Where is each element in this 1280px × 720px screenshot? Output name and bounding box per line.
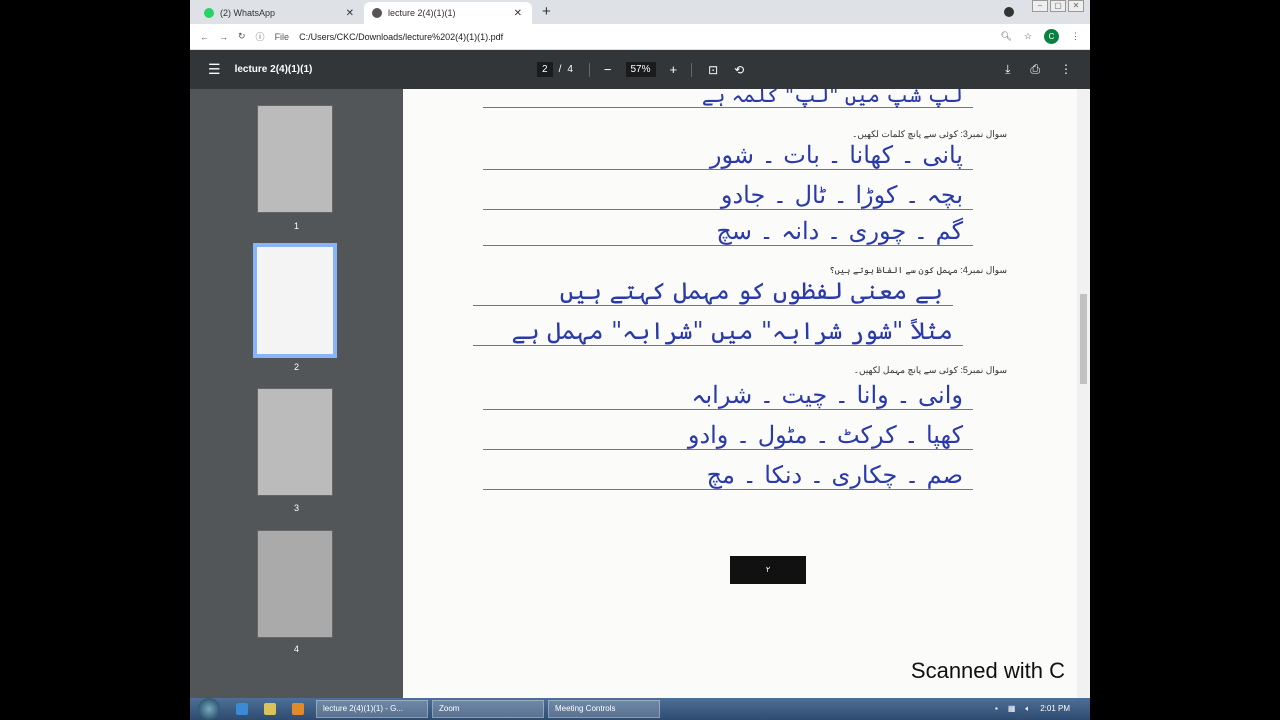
tab-label: (2) WhatsApp [220, 8, 276, 18]
handwritten-line: پانی ۔ کھانا ۔ بات ۔ شور [483, 141, 973, 170]
fit-page-icon[interactable]: ⊡ [708, 63, 718, 77]
divider [588, 62, 590, 77]
download-icon[interactable]: ⤓ [1005, 62, 1010, 77]
forward-icon[interactable]: → [219, 32, 228, 42]
tab-lecture[interactable]: lecture 2(4)(1)(1) ✕ [364, 2, 532, 24]
taskbar-item-meeting-controls[interactable]: Meeting Controls [548, 700, 660, 718]
zoom-icon[interactable]: 🔍︎ [1000, 31, 1011, 42]
network-icon[interactable]: ▦ [1008, 704, 1016, 714]
globe-icon [372, 8, 382, 18]
thumbnail-page-3[interactable] [257, 388, 333, 496]
more-options-icon[interactable]: ⋮ [1060, 62, 1072, 77]
start-button[interactable] [198, 698, 220, 720]
pdf-page-view: لپ شپ میں "لپ" کلمہ ہے سوال نمبر3: کوئی … [403, 89, 1077, 698]
handwritten-line: گم ۔ چوری ۔ دانہ ۔ سچ [483, 217, 973, 246]
thumbnail-label: 3 [293, 503, 299, 513]
thumbnail-label: 1 [293, 221, 299, 231]
menu-kebab-icon[interactable]: ⋮ [1071, 31, 1080, 42]
handwritten-line: لپ شپ میں "لپ" کلمہ ہے [483, 89, 973, 108]
zoom-tray-icon[interactable]: ▪ [995, 704, 998, 714]
page-number-input[interactable]: 2 [537, 62, 553, 77]
url-scheme-label: File [274, 31, 290, 42]
handwritten-line: بچہ ۔ کوڑا ۔ ٹال ۔ جادو [483, 181, 973, 210]
address-bar: ← → ↻ ⓘ File C:/Users/CKC/Downloads/lect… [190, 24, 1090, 50]
question-heading: سوال نمبر4: مہمل کون سے الفاظ ہوتے ہیں؟ [829, 265, 1007, 275]
tab-search-icon[interactable] [1004, 7, 1014, 17]
page-separator: / [558, 64, 562, 75]
thumbnail-page-4[interactable] [257, 530, 333, 638]
divider [691, 62, 693, 77]
bookmark-star-icon[interactable]: ☆ [1024, 31, 1032, 42]
back-icon[interactable]: ← [200, 32, 209, 42]
question-heading: سوال نمبر5: کوئی سے پانچ مہمل لکھیں۔ [853, 365, 1007, 375]
file-explorer-icon[interactable] [264, 703, 276, 715]
avatar[interactable]: C [1044, 29, 1059, 44]
scrollbar-thumb[interactable] [1080, 294, 1087, 384]
thumbnail-sidebar: 1 2 3 4 [190, 89, 403, 698]
handwritten-line: بے معنی لفظوں کو مہمل کہتے ہیں [473, 277, 953, 306]
clock[interactable]: 2:01 PM [1040, 704, 1070, 714]
close-tab-icon[interactable]: ✕ [514, 8, 522, 19]
maximize-button[interactable]: ▢ [1050, 0, 1066, 12]
document-title: lecture 2(4)(1)(1) [234, 64, 313, 75]
handwritten-line: مثلاً "شور شرابہ" میں "شرابہ" مہمل ہے [473, 317, 963, 346]
close-tab-icon[interactable]: ✕ [346, 8, 354, 19]
taskbar-item-zoom[interactable]: Zoom [432, 700, 544, 718]
url-input[interactable]: C:/Users/CKC/Downloads/lecture%202(4)(1)… [299, 32, 503, 42]
whatsapp-icon [204, 8, 214, 18]
tab-strip: (2) WhatsApp ✕ lecture 2(4)(1)(1) ✕ + – ▢ ✕ [190, 0, 1090, 24]
hamburger-menu-icon[interactable]: ☰ [208, 61, 221, 78]
internet-explorer-icon[interactable] [236, 703, 248, 715]
windows-taskbar: lecture 2(4)(1)(1) - G... Zoom Meeting C… [190, 698, 1090, 720]
thumbnail-page-1[interactable] [257, 105, 333, 213]
rotate-icon[interactable]: ⟲ [734, 63, 744, 77]
volume-icon[interactable]: 🔈︎ [1025, 704, 1030, 714]
question-heading: سوال نمبر3: کوئی سے پانچ کلمات لکھیں۔ [852, 129, 1007, 139]
new-tab-button[interactable]: + [542, 3, 551, 20]
thumbnail-label: 4 [293, 644, 299, 654]
print-icon[interactable]: ⎙ [1030, 62, 1040, 77]
tab-whatsapp[interactable]: (2) WhatsApp ✕ [196, 2, 364, 24]
handwritten-line: صم ۔ چکاری ۔ دنکا ۔ مچ [483, 461, 973, 490]
pdf-toolbar: ☰ lecture 2(4)(1)(1) 2 / 4 − 57% + ⊡ ⟲ ⤓… [190, 50, 1090, 89]
zoom-in-button[interactable]: + [670, 62, 678, 77]
taskbar-item-chrome[interactable]: lecture 2(4)(1)(1) - G... [316, 700, 428, 718]
close-window-button[interactable]: ✕ [1068, 0, 1084, 12]
thumbnail-label: 2 [293, 362, 299, 372]
media-player-icon[interactable] [292, 703, 304, 715]
vertical-scrollbar[interactable] [1077, 89, 1090, 698]
minimize-button[interactable]: – [1032, 0, 1048, 12]
page-number-box: ۲ [730, 556, 806, 584]
zoom-out-button[interactable]: − [604, 62, 612, 77]
handwritten-line: کھپا ۔ کرکٹ ۔ مٹول ۔ وادو [483, 421, 973, 450]
tab-label: lecture 2(4)(1)(1) [388, 8, 456, 18]
total-pages: 4 [567, 64, 573, 75]
scanner-watermark: Scanned with C [910, 658, 1065, 683]
thumbnail-page-2[interactable] [253, 243, 337, 358]
reload-icon[interactable]: ↻ [238, 31, 246, 42]
zoom-level-input[interactable]: 57% [625, 62, 656, 77]
handwritten-line: وانی ۔ وانا ۔ چیت ۔ شرابہ [483, 381, 973, 410]
info-icon[interactable]: ⓘ [256, 30, 265, 43]
browser-window: (2) WhatsApp ✕ lecture 2(4)(1)(1) ✕ + – ▢ ✕ … [190, 0, 1090, 698]
